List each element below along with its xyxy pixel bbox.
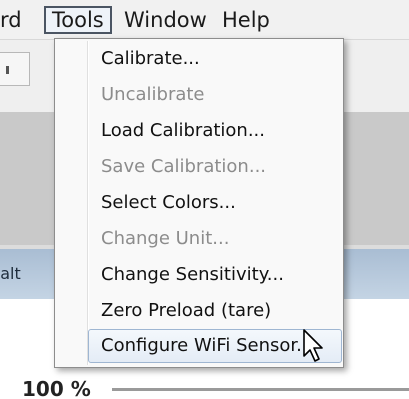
- realtime-tab-label: Realt: [0, 264, 21, 283]
- menu-record[interactable]: rd: [0, 6, 22, 34]
- menu-item-change-unit: Change Unit...: [101, 228, 230, 249]
- menu-item-uncalibrate: Uncalibrate: [101, 84, 205, 105]
- menu-tools[interactable]: Tools: [44, 6, 112, 34]
- arrow-pointer-icon: [303, 329, 323, 362]
- menu-item-change-sensitivity[interactable]: Change Sensitivity...: [89, 259, 341, 291]
- menu-item-load-calibration[interactable]: Load Calibration...: [89, 115, 341, 147]
- toolbar-button[interactable]: [0, 52, 30, 86]
- menu-item-select-colors[interactable]: Select Colors...: [89, 187, 341, 219]
- tools-dropdown-menu: Calibrate... Uncalibrate Load Calibratio…: [54, 38, 344, 368]
- percent-label: 100 %: [22, 377, 91, 399]
- menu-item-calibrate[interactable]: Calibrate...: [89, 43, 341, 75]
- menu-bar: rd Tools Window Help: [0, 0, 409, 40]
- menu-window[interactable]: Window: [124, 6, 207, 34]
- menu-help[interactable]: Help: [222, 6, 270, 34]
- menu-item-save-calibration: Save Calibration...: [101, 156, 267, 177]
- menu-item-zero-preload[interactable]: Zero Preload (tare): [89, 295, 341, 327]
- scale-line: [112, 388, 409, 391]
- realtime-tab[interactable]: Realt: [0, 249, 60, 299]
